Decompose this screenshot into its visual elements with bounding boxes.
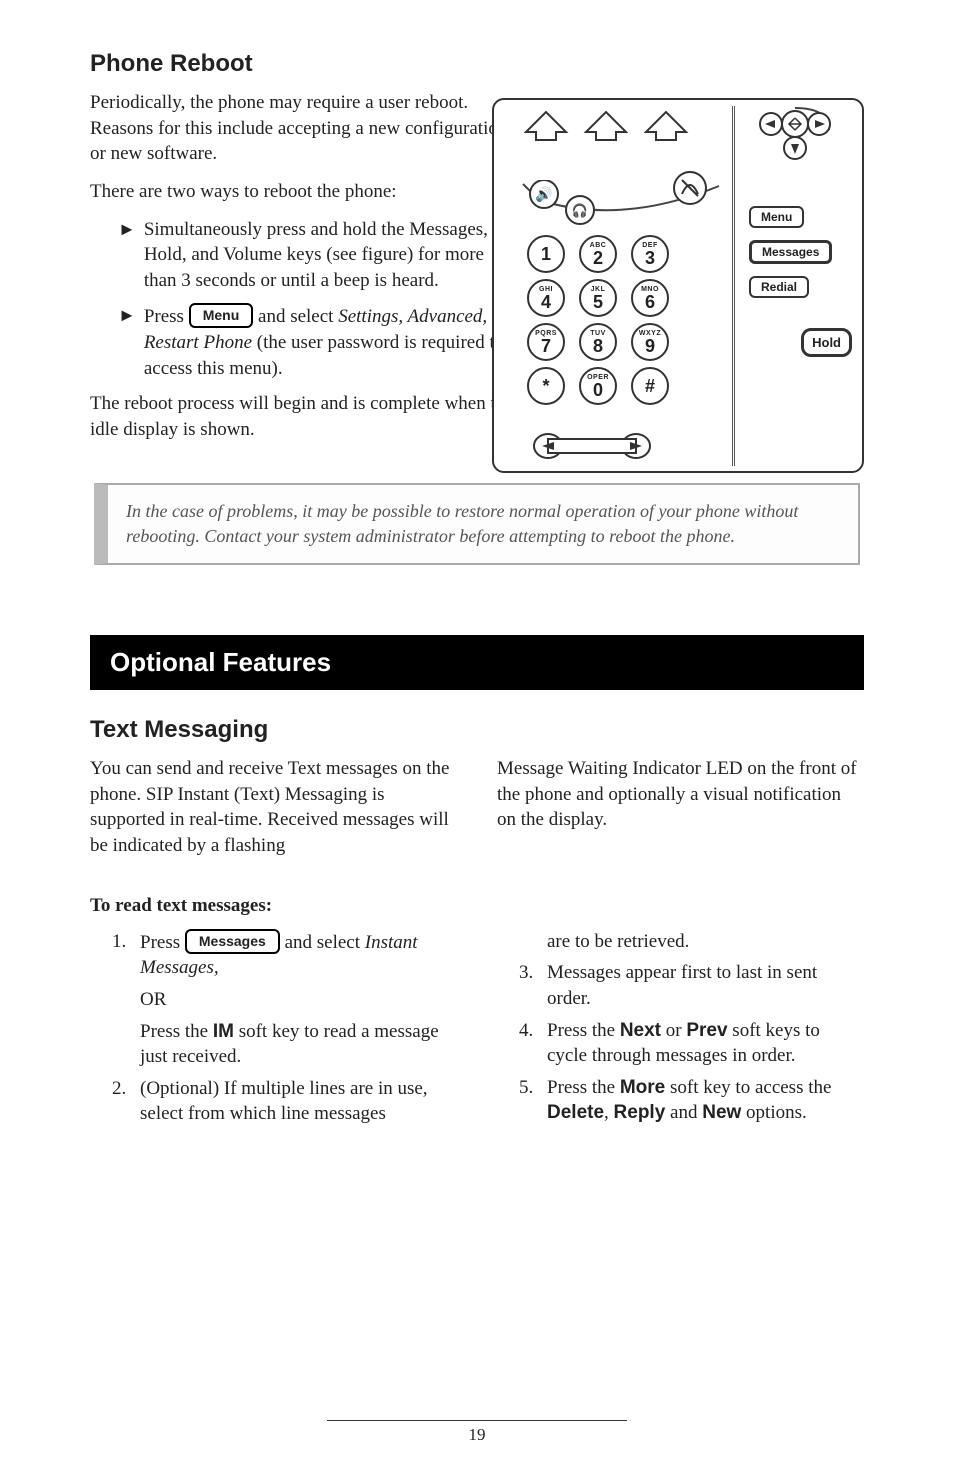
softkey-label: IM: [213, 1021, 234, 1042]
text: Press: [140, 932, 185, 953]
bullet-arrow-icon: ►: [118, 303, 136, 328]
text: and select: [280, 932, 365, 953]
list-item: 5. Press the More soft key to access the…: [497, 1075, 864, 1126]
text: Press the: [140, 1021, 213, 1042]
text: are to be retrieved.: [497, 929, 864, 955]
menu-key-icon: Menu: [189, 303, 254, 328]
key-4: GHI4: [527, 279, 565, 317]
key-0: OPER0: [579, 367, 617, 405]
hold-button: Hold: [801, 328, 852, 357]
key-7: PQRS7: [527, 323, 565, 361]
softkey-label: Prev: [686, 1020, 727, 1041]
messages-button: Messages: [749, 240, 832, 264]
list-number: 2.: [112, 1076, 140, 1102]
paragraph: The reboot process will begin and is com…: [90, 391, 520, 442]
subheading-read-messages: To read text messages:: [90, 895, 864, 917]
text: Press the: [547, 1020, 620, 1041]
text: options.: [741, 1102, 806, 1123]
nav-cluster: [749, 106, 841, 166]
right-steps: are to be retrieved. 3. Messages appear …: [497, 929, 864, 1133]
text: Press the Next or Prev soft keys to cycl…: [547, 1018, 864, 1069]
paragraph: Message Waiting Indicator LED on the fro…: [497, 756, 864, 833]
text: or: [661, 1020, 686, 1041]
bullet-item: ► Press Menu and select Settings, Advanc…: [90, 303, 520, 381]
page-footer: 19: [327, 1420, 627, 1445]
list-item: 4. Press the Next or Prev soft keys to c…: [497, 1018, 864, 1069]
info-note-box: In the case of problems, it may be possi…: [94, 483, 860, 565]
paragraph: Periodically, the phone may require a us…: [90, 90, 520, 167]
heading-text-messaging: Text Messaging: [90, 716, 864, 744]
key-5: JKL5: [579, 279, 617, 317]
page-number: 19: [469, 1425, 486, 1444]
text: OR: [90, 987, 457, 1013]
list-item: 1. Press Messages and select Instant Mes…: [90, 929, 457, 981]
keypad: 1 ABC2 DEF3 GHI4 JKL5 MNO6 PQRS7 TUV8 WX…: [524, 232, 694, 408]
text: soft key to access the: [665, 1077, 831, 1098]
side-buttons: Menu Messages Redial Hold: [749, 206, 852, 357]
key-1: 1: [527, 235, 565, 273]
phone-diagram: 🔊 🎧 1 ABC2 DEF3 GHI4 JKL5 MNO6 PQRS7 TUV: [492, 98, 864, 473]
text: Press the IM soft key to read a message …: [90, 1019, 457, 1070]
text: (Optional) If multiple lines are in use,…: [140, 1076, 457, 1127]
list-number: 1.: [112, 929, 140, 955]
section-text-messaging: Text Messaging You can send and receive …: [90, 716, 864, 1133]
softkey-label: New: [702, 1102, 741, 1123]
bullet-text: Simultaneously press and hold the Messag…: [144, 217, 520, 294]
mute-button: [670, 168, 710, 208]
list-number: 3.: [519, 960, 547, 986]
key-2: ABC2: [579, 235, 617, 273]
paragraph: There are two ways to reboot the phone:: [90, 179, 520, 205]
text: Press the More soft key to access the De…: [547, 1075, 864, 1126]
paragraph: You can send and receive Text messages o…: [90, 756, 457, 859]
section-header-optional-features: Optional Features: [90, 635, 864, 690]
list-number: 5.: [519, 1075, 547, 1101]
svg-text:🔊: 🔊: [535, 185, 552, 203]
key-9: WXYZ9: [631, 323, 669, 361]
text: ,: [604, 1102, 614, 1123]
left-steps: 1. Press Messages and select Instant Mes…: [90, 929, 457, 1133]
text: Press: [144, 306, 189, 327]
text: and select: [258, 306, 338, 327]
key-8: TUV8: [579, 323, 617, 361]
footer-rule: [327, 1420, 627, 1421]
list-item: 2. (Optional) If multiple lines are in u…: [90, 1076, 457, 1127]
key-3: DEF3: [631, 235, 669, 273]
softkeys-row: [516, 106, 716, 166]
list-number: 4.: [519, 1018, 547, 1044]
text: Press the: [547, 1077, 620, 1098]
bullet-text: Press Menu and select Settings, Advanced…: [144, 303, 520, 381]
text: Messages appear first to last in sent or…: [547, 960, 864, 1011]
phone-right-panel: Menu Messages Redial Hold: [732, 106, 852, 466]
bullet-item: ► Simultaneously press and hold the Mess…: [90, 217, 520, 294]
key-6: MNO6: [631, 279, 669, 317]
mode-buttons: 🔊 🎧: [526, 180, 636, 230]
list-item: 3. Messages appear first to last in sent…: [497, 960, 864, 1011]
softkey-label: Reply: [614, 1102, 666, 1123]
softkey-label: Next: [620, 1020, 661, 1041]
messages-key-icon: Messages: [185, 929, 280, 954]
phone-left-panel: 🔊 🎧 1 ABC2 DEF3 GHI4 JKL5 MNO6 PQRS7 TUV: [506, 106, 716, 466]
key-hash: #: [631, 367, 669, 405]
heading-phone-reboot: Phone Reboot: [90, 50, 864, 78]
softkey-label: More: [620, 1077, 665, 1098]
bullet-arrow-icon: ►: [118, 217, 136, 242]
redial-button: Redial: [749, 276, 809, 298]
menu-button: Menu: [749, 206, 804, 228]
svg-text:🎧: 🎧: [572, 203, 588, 218]
text: and: [665, 1102, 702, 1123]
key-star: *: [527, 367, 565, 405]
volume-rocker: [532, 432, 652, 460]
softkey-label: Delete: [547, 1102, 604, 1123]
